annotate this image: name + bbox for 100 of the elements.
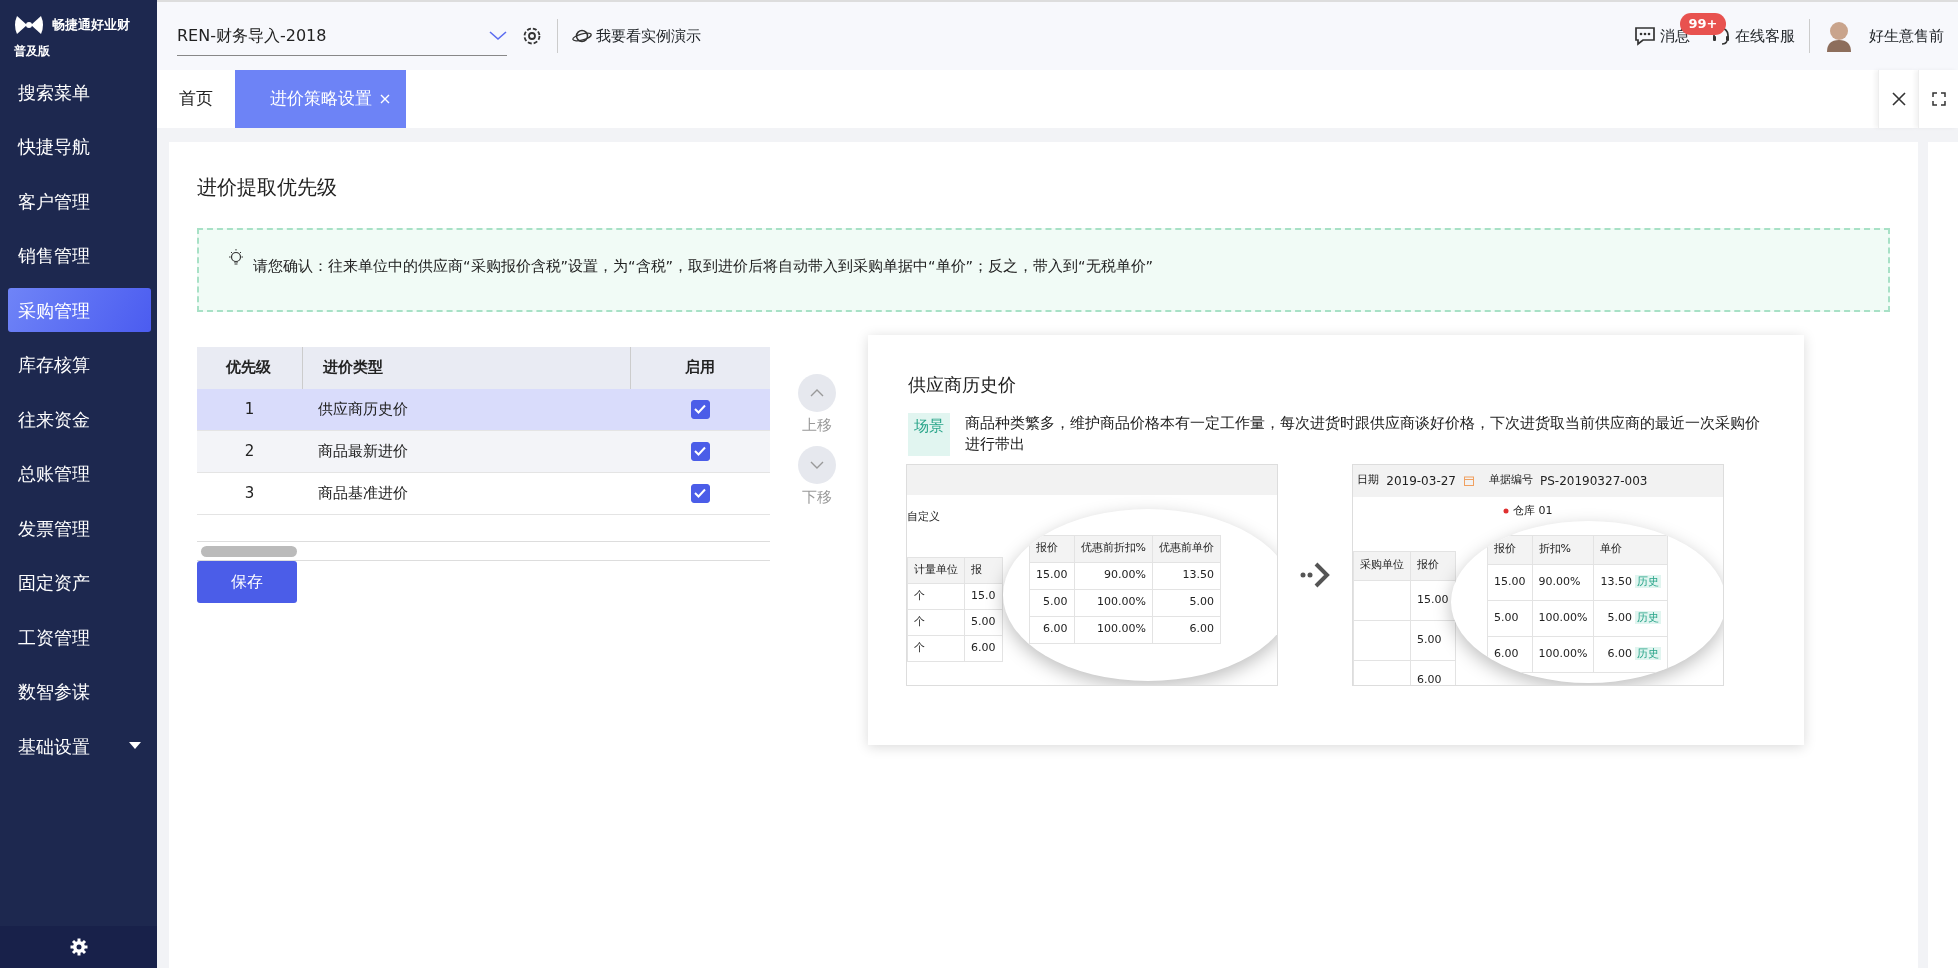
sidebar-item[interactable]: 销售管理 xyxy=(8,233,151,278)
sidebar-item[interactable]: 基础设置 xyxy=(8,724,151,768)
fullscreen-icon[interactable] xyxy=(1931,92,1946,106)
column-header: 优先级 xyxy=(197,346,302,389)
calendar-icon xyxy=(1463,475,1474,486)
table-cell: 5.00 xyxy=(1029,589,1074,616)
table-cell: 商品基准进价 xyxy=(302,472,630,515)
headset-icon xyxy=(1711,26,1732,46)
field-label: 单据编号 xyxy=(1488,472,1533,489)
chevron-up-icon xyxy=(810,388,824,397)
notice-text: 请您确认：往来单位中的供应商“采购报价含税”设置，为“含税”，取到进价后将自动带入到采购单据中“单价”；反之，带入到“无税单价” xyxy=(253,256,1154,276)
table-cell: 13.50 xyxy=(1152,562,1221,589)
history-tag: 历史 xyxy=(1635,574,1662,588)
column-header: 单价 xyxy=(1593,535,1668,564)
table-cell: 90.00% xyxy=(1074,562,1153,589)
settings-icon[interactable] xyxy=(69,938,88,956)
close-icon[interactable] xyxy=(1891,92,1906,106)
table-cell: 6.00 xyxy=(964,635,1002,661)
checkmark-icon xyxy=(694,488,706,499)
planet-icon xyxy=(572,28,592,44)
sidebar-item[interactable]: 采购管理 xyxy=(8,288,151,332)
table-cell: 个 xyxy=(907,609,965,635)
table-cell: 5.00 xyxy=(1152,589,1221,616)
description-text: 商品种类繁多，维护商品价格本有一定工作量，每次进货时跟供应商谈好价格，下次进货取当前供应商的最近一次采购价进行带出 xyxy=(965,413,1761,455)
table-cell: 个 xyxy=(907,583,965,609)
checkmark-icon xyxy=(694,404,706,414)
table-row[interactable]: 3 商品基准进价 xyxy=(197,472,770,515)
card-title: 供应商历史价 xyxy=(908,372,1017,397)
column-header: 启用 xyxy=(630,346,770,389)
field-value: 2019-03-27 xyxy=(1386,472,1456,490)
chat-icon xyxy=(1634,26,1656,46)
table-cell: 100.00% xyxy=(1532,636,1594,672)
avatar-icon xyxy=(1824,20,1854,52)
column-header: 采购单位 xyxy=(1353,551,1411,580)
table-cell: 100.00% xyxy=(1074,589,1153,616)
sidebar-item[interactable]: 客户管理 xyxy=(8,179,151,223)
checkbox[interactable] xyxy=(690,483,710,503)
section-title: 进价提取优先级 xyxy=(197,174,338,201)
sidebar-item[interactable]: 快捷导航 xyxy=(8,124,151,169)
table-cell: 商品最新进价 xyxy=(302,430,630,473)
table-cell: 90.00% xyxy=(1532,564,1594,600)
user-menu[interactable]: 好生意售前 xyxy=(1824,20,1944,52)
chevron-down-icon xyxy=(489,30,507,41)
sidebar-item[interactable]: 搜索菜单 xyxy=(8,70,151,114)
sidebar-item[interactable]: 往来资金 xyxy=(8,397,151,441)
sidebar-item[interactable]: 发票管理 xyxy=(8,506,151,550)
history-tag: 历史 xyxy=(1635,646,1662,660)
settings-icon[interactable] xyxy=(521,25,543,47)
field-label: 日期 xyxy=(1356,472,1379,489)
table-cell: 15.0 xyxy=(964,583,1002,609)
table-cell: 5.00 xyxy=(1487,600,1532,636)
table-cell: 100.00% xyxy=(1532,600,1594,636)
scrollbar-thumb[interactable] xyxy=(201,546,297,557)
checkbox[interactable] xyxy=(690,399,710,419)
demo-link[interactable]: 我要看实例演示 xyxy=(572,24,701,48)
table-cell: 15.00 xyxy=(1029,562,1074,589)
column-header: 报 xyxy=(964,557,1002,583)
page-tab[interactable]: 首页 xyxy=(157,70,235,128)
column-header: 报价 xyxy=(1487,535,1532,564)
sidebar-item[interactable]: 数智参谋 xyxy=(8,669,151,714)
column-header: 进价类型 xyxy=(302,346,630,389)
field-value: PS-20190327-003 xyxy=(1540,472,1648,490)
table-cell: 6.00 xyxy=(1607,646,1632,660)
checkbox[interactable] xyxy=(690,441,710,461)
lightbulb-icon xyxy=(227,248,245,268)
table-cell: 100.00% xyxy=(1074,616,1153,643)
required-icon xyxy=(1503,507,1509,514)
sidebar-item[interactable]: 工资管理 xyxy=(8,615,151,659)
table-cell: 个 xyxy=(907,635,965,661)
table-cell: 3 xyxy=(197,472,302,515)
column-header: 优惠前单价 xyxy=(1152,535,1221,562)
arrow-icon xyxy=(1300,560,1330,589)
table-cell: 6.00 xyxy=(1487,636,1532,672)
table-cell: 5.00 xyxy=(1607,610,1632,624)
table-cell: 2 xyxy=(197,430,302,473)
table-cell: 1 xyxy=(197,388,302,431)
save-button[interactable]: 保存 xyxy=(197,561,297,603)
column-header: 折扣% xyxy=(1532,535,1594,564)
column-header: 优惠前折扣% xyxy=(1074,535,1153,562)
column-header: 计量单位 xyxy=(907,557,965,583)
scene-tag: 场景 xyxy=(908,412,950,456)
table-cell: 13.50 xyxy=(1600,574,1632,588)
edition-label: 普及版 xyxy=(14,42,51,60)
table-cell: 5.00 xyxy=(964,609,1002,635)
table-cell: 供应商历史价 xyxy=(302,388,630,431)
table-row[interactable]: 2 商品最新进价 xyxy=(197,430,770,473)
column-header: 报价 xyxy=(1029,535,1074,562)
sidebar-item[interactable]: 库存核算 xyxy=(8,342,151,387)
account-select[interactable]: REN-财务导入-2018 xyxy=(177,16,507,56)
column-header: 报价 xyxy=(1410,551,1455,580)
table-cell: 6.00 xyxy=(1152,616,1221,643)
sidebar-item[interactable]: 总账管理 xyxy=(8,451,151,496)
field-value: 01 xyxy=(1538,502,1553,519)
table-cell: 15.00 xyxy=(1487,564,1532,600)
brand-name: 畅捷通好业财 xyxy=(51,16,130,35)
table-row[interactable]: 1 供应商历史价 xyxy=(197,388,770,431)
table-cell: 6.00 xyxy=(1029,616,1074,643)
history-tag: 历史 xyxy=(1635,610,1662,624)
checkmark-icon xyxy=(694,446,706,457)
sidebar-item[interactable]: 固定资产 xyxy=(8,560,151,605)
